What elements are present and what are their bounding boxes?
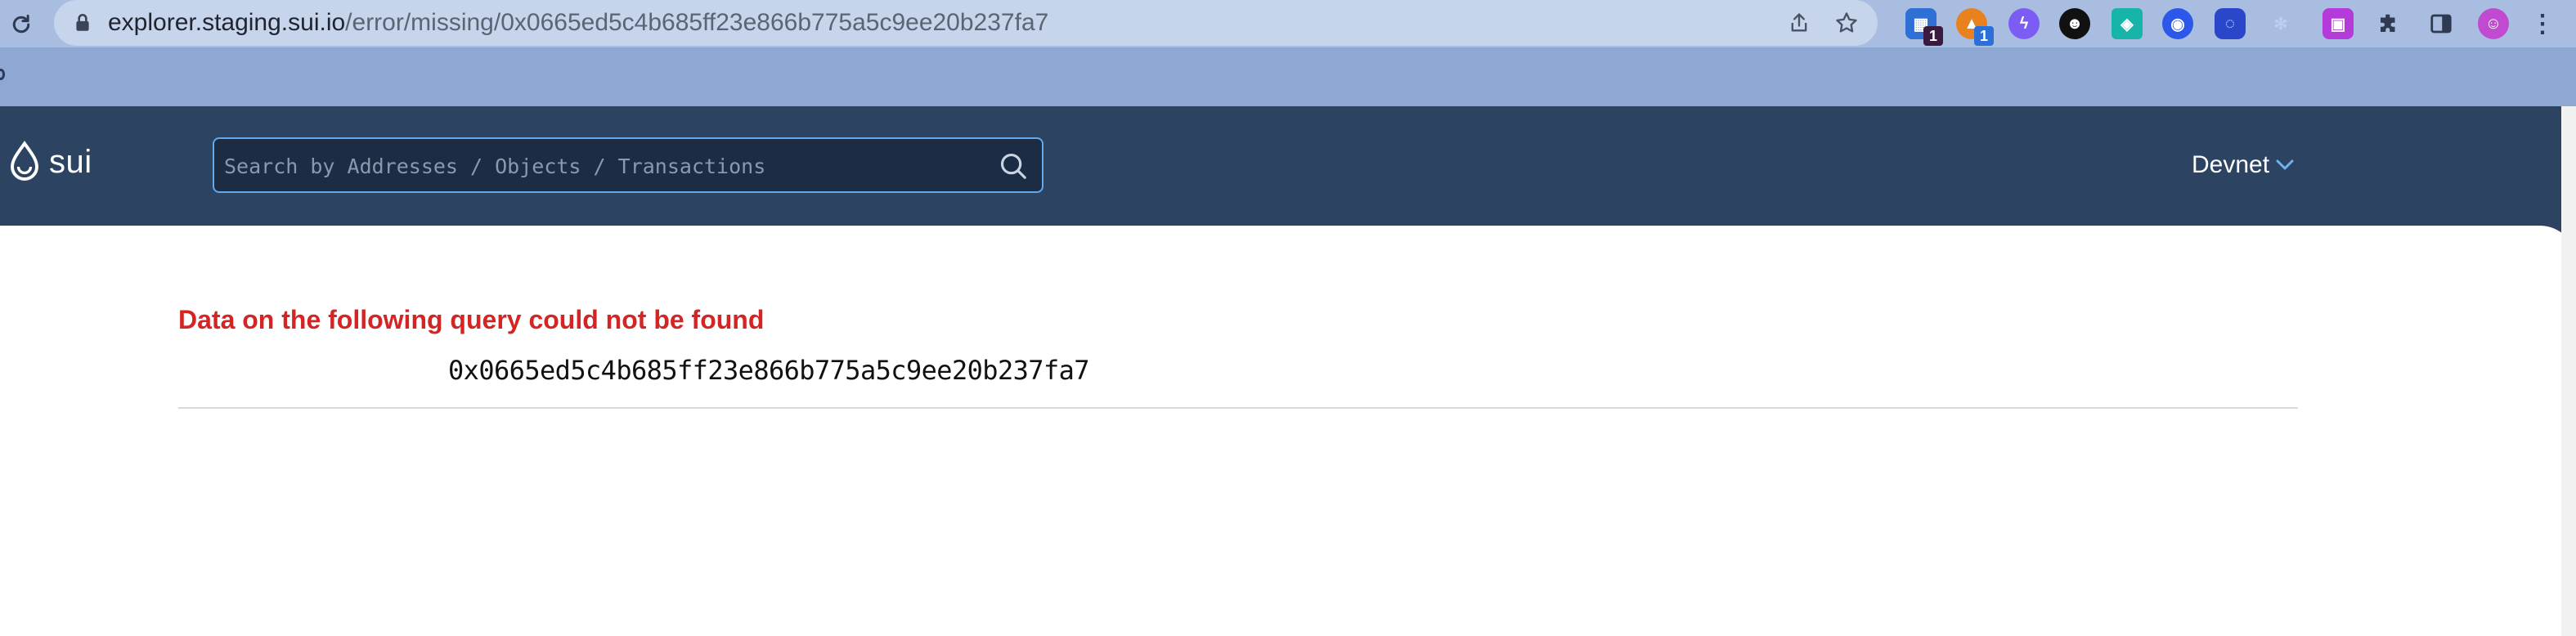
sui-logo[interactable]: sui <box>10 137 92 186</box>
robot-icon[interactable]: ☻ <box>2059 8 2090 39</box>
bookmark-star-button[interactable] <box>1830 7 1863 39</box>
url-text[interactable]: explorer.staging.sui.io/error/missing/0x… <box>108 8 1048 38</box>
lightning-icon[interactable]: ϟ <box>2008 8 2040 39</box>
diamond-icon[interactable]: ◈ <box>2112 8 2143 39</box>
search-input[interactable] <box>222 142 991 190</box>
chevron-down-icon <box>2276 159 2294 170</box>
divider <box>178 407 2298 409</box>
url-host: explorer.staging.sui.io <box>108 9 346 36</box>
url-path: /error/missing/0x0665ed5c4b685ff23e866b7… <box>345 9 1049 36</box>
share-button[interactable] <box>1783 7 1815 39</box>
app-header: sui Devnet <box>0 106 2576 226</box>
extension-grid-icon[interactable]: ▦ 1 <box>1905 8 1943 46</box>
reload-button[interactable] <box>5 8 38 41</box>
address-bar[interactable]: explorer.staging.sui.io/error/missing/0x… <box>54 0 1878 46</box>
error-title: Data on the following query could not be… <box>178 305 765 334</box>
puzzle-icon <box>2381 14 2395 32</box>
lock-icon <box>76 13 89 31</box>
missing-query-id: 0x0665ed5c4b685ff23e866b775a5c9ee20b237f… <box>448 355 1090 386</box>
network-label: Devnet <box>2192 151 2270 178</box>
side-panel-button[interactable] <box>2426 8 2457 39</box>
snowflake-icon[interactable]: ✻ <box>2265 8 2296 39</box>
search-box <box>213 137 1043 193</box>
side-panel-icon <box>2430 14 2452 34</box>
metamask-fox-icon[interactable]: ▲ 1 <box>1956 8 1994 46</box>
profile-avatar[interactable]: ☺ <box>2478 8 2509 39</box>
star-icon <box>1836 12 1857 33</box>
reload-icon <box>12 14 30 34</box>
circle-target-icon[interactable]: ◉ <box>2162 8 2193 39</box>
bookmarks-bar <box>0 47 2576 106</box>
sui-drop-icon <box>11 141 38 181</box>
square-extension-icon[interactable]: ▣ <box>2322 8 2354 39</box>
browser-menu-button[interactable]: ⋮ <box>2527 8 2558 39</box>
magnifier-glyph <box>1000 153 1026 179</box>
share-icon <box>1791 13 1807 32</box>
extension-badge: 1 <box>1974 26 1994 46</box>
page-scrollbar[interactable] <box>2561 106 2576 636</box>
extensions-puzzle-button[interactable] <box>2373 8 2404 39</box>
kebab-menu-icon: ⋮ <box>2530 10 2555 38</box>
network-selector[interactable]: Devnet <box>2192 147 2294 183</box>
logo-text: sui <box>49 143 92 180</box>
main-content: Data on the following query could not be… <box>0 226 2576 636</box>
search-icon[interactable] <box>996 149 1030 183</box>
extension-badge: 1 <box>1923 26 1943 46</box>
chat-bubble-icon[interactable]: ◌ <box>2215 8 2246 39</box>
